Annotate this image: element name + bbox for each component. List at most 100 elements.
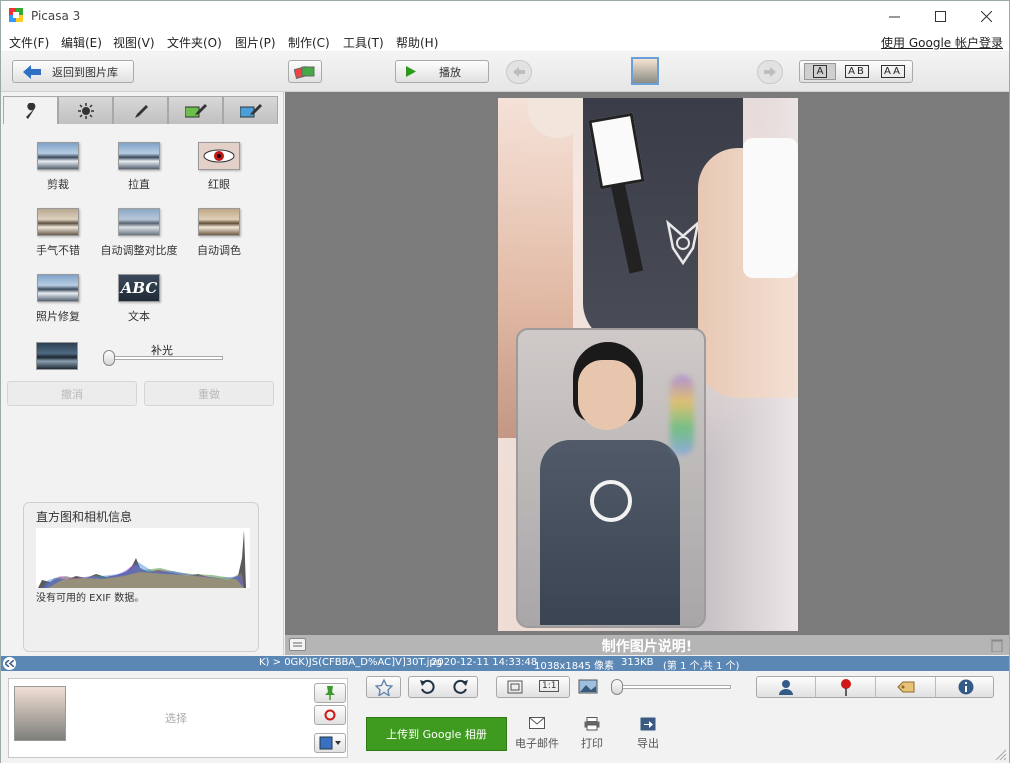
back-to-library-button[interactable]: 返回到图片库 — [12, 60, 134, 83]
straighten-icon — [118, 142, 160, 170]
close-icon — [980, 10, 992, 22]
trash-icon[interactable] — [991, 638, 1003, 652]
envelope-icon — [529, 717, 545, 729]
zoom-slider[interactable] — [613, 685, 731, 689]
view-mode-group: A AB AA — [799, 60, 913, 83]
red-circle-icon — [324, 709, 336, 721]
play-icon — [406, 66, 416, 77]
tray-thumbnail[interactable] — [14, 686, 66, 741]
photo-canvas — [285, 92, 1009, 635]
text-tool[interactable]: ABC 文本 — [99, 274, 179, 324]
menu-file[interactable]: 文件(F) — [9, 34, 49, 51]
previous-photo-button[interactable] — [506, 60, 532, 84]
current-photo-thumbnail[interactable] — [631, 57, 659, 85]
zoom-slider-thumb[interactable] — [611, 679, 623, 695]
status-bar: K) > 0GK)JS(CFBBA_D%AC]V]30T.jpg 2020-12… — [1, 656, 1009, 672]
minimize-button[interactable] — [871, 1, 917, 31]
export-label: 导出 — [637, 737, 659, 750]
lucky-tool[interactable]: 手气不错 — [18, 208, 98, 258]
file-date: 2020-12-11 14:33:48 — [431, 657, 538, 668]
edit-tabs — [3, 96, 279, 124]
maximize-button[interactable] — [917, 1, 963, 31]
view-single-button[interactable]: A — [804, 63, 836, 80]
collapse-panel-button[interactable] — [3, 657, 16, 670]
rotate-left-icon[interactable] — [419, 679, 435, 695]
close-button[interactable] — [963, 1, 1009, 31]
menu-create[interactable]: 制作(C) — [288, 34, 330, 51]
tab-effects-2[interactable] — [168, 96, 223, 124]
email-button[interactable]: 电子邮件 — [515, 715, 559, 751]
view-before-after-button[interactable]: AA — [878, 63, 908, 80]
fill-light-slider[interactable] — [105, 356, 223, 360]
tab-effects-1[interactable] — [113, 96, 168, 124]
tab-tuning[interactable] — [58, 96, 113, 124]
arrow-left-icon — [23, 65, 41, 79]
hold-button[interactable] — [314, 683, 346, 703]
arrow-right-icon — [764, 67, 776, 77]
lucky-label: 手气不错 — [36, 244, 80, 257]
bottom-panel: 选择 1:1 上传到 Google 相册 电子邮件 打印 导出 — [1, 671, 1009, 763]
title-bar: Picasa 3 — [1, 1, 1009, 31]
straighten-tool[interactable]: 拉直 — [99, 142, 179, 192]
green-pin-icon — [325, 686, 335, 700]
export-icon — [640, 717, 656, 731]
auto-contrast-icon — [118, 208, 160, 236]
fit-to-window-icon[interactable] — [507, 680, 523, 694]
undo-button[interactable]: 撤消 — [7, 381, 137, 406]
add-to-album-button[interactable] — [314, 733, 346, 753]
menu-picture[interactable]: 图片(P) — [235, 34, 276, 51]
photo-stack-icon — [294, 65, 315, 79]
menu-tools[interactable]: 工具(T) — [343, 34, 384, 51]
tab-basic-fixes[interactable] — [3, 96, 58, 124]
text-icon: ABC — [118, 274, 160, 302]
clear-button[interactable] — [314, 705, 346, 725]
brush-icon — [134, 104, 148, 118]
tags-button[interactable] — [876, 677, 936, 697]
back-label: 返回到图片库 — [52, 65, 118, 79]
print-button[interactable]: 打印 — [577, 715, 607, 751]
printer-icon — [584, 717, 600, 731]
retouch-tool[interactable]: 照片修复 — [18, 274, 98, 324]
retouch-label: 照片修复 — [36, 310, 80, 323]
places-button[interactable] — [816, 677, 876, 697]
upload-google-photos-button[interactable]: 上传到 Google 相册 — [366, 717, 507, 751]
exif-info-text: 没有可用的 EXIF 数据。 — [36, 593, 145, 604]
histogram-title: 直方图和相机信息 — [36, 510, 133, 524]
map-pin-icon — [840, 679, 851, 696]
auto-contrast-tool[interactable]: 自动调整对比度 — [99, 208, 179, 258]
info-panel-group — [756, 676, 994, 698]
crop-tool[interactable]: 剪裁 — [18, 142, 98, 192]
tab-effects-3[interactable] — [223, 96, 278, 124]
rotate-right-icon[interactable] — [453, 679, 469, 695]
next-photo-button[interactable] — [757, 60, 783, 84]
redeye-tool[interactable]: 红眼 — [179, 142, 259, 192]
menu-edit[interactable]: 编辑(E) — [61, 34, 102, 51]
brush-green-icon — [184, 103, 207, 117]
properties-button[interactable] — [936, 677, 995, 697]
view-compare-button[interactable]: AB — [842, 63, 872, 80]
actual-size-button[interactable]: 1:1 — [539, 680, 560, 692]
redo-button[interactable]: 重做 — [144, 381, 274, 406]
caption-input[interactable]: 制作图片说明! — [285, 636, 1009, 656]
retouch-icon — [37, 274, 79, 302]
google-login-link[interactable]: 使用 Google 帐户登录 — [881, 34, 1003, 51]
menu-view[interactable]: 视图(V) — [113, 34, 155, 51]
main-photo[interactable] — [498, 98, 798, 631]
play-button[interactable]: 播放 — [395, 60, 489, 83]
auto-color-tool[interactable]: 自动调色 — [179, 208, 259, 258]
star-icon — [374, 678, 393, 696]
people-button[interactable] — [757, 677, 816, 697]
star-button[interactable] — [366, 676, 401, 698]
export-button[interactable]: 导出 — [633, 715, 663, 751]
menu-folder[interactable]: 文件夹(O) — [167, 34, 222, 51]
fill-light-slider-thumb[interactable] — [103, 350, 115, 366]
album-dropdown-icon — [319, 736, 341, 750]
print-label: 打印 — [581, 737, 603, 750]
file-path: K) > 0GK)JS(CFBBA_D%AC]V]30T.jpg — [259, 657, 443, 668]
menu-help[interactable]: 帮助(H) — [396, 34, 438, 51]
resize-grip-icon[interactable] — [993, 747, 1007, 761]
slideshow-effects-button[interactable] — [288, 60, 322, 83]
picasa-window: Picasa 3 文件(F) 编辑(E) 视图(V) 文件夹(O) 图片(P) … — [0, 0, 1010, 763]
double-chevron-left-icon — [5, 660, 14, 667]
crop-label: 剪裁 — [47, 178, 69, 191]
